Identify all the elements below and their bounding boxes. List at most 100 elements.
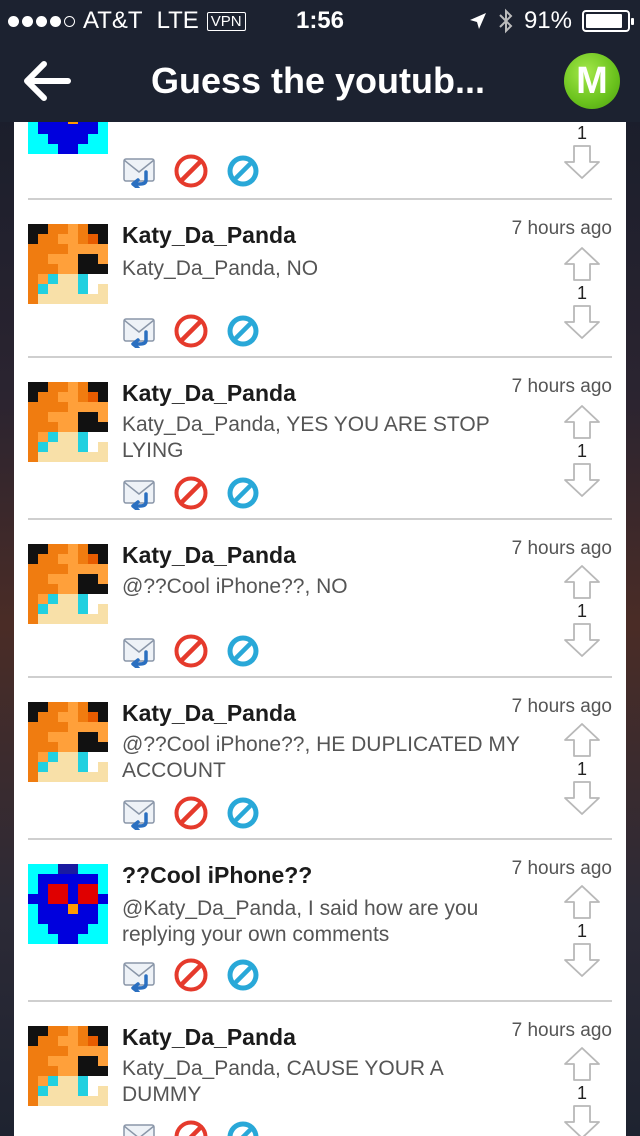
avatar <box>28 382 108 462</box>
reply-mail-icon[interactable] <box>122 314 156 348</box>
vote-count: 1 <box>576 123 587 143</box>
upvote-arrow-icon[interactable] <box>562 564 602 600</box>
nav-bar: Guess the youtub... M <box>0 40 640 122</box>
battery-icon <box>582 10 634 32</box>
reply-mail-icon[interactable] <box>122 958 156 992</box>
block-icon[interactable] <box>226 796 260 830</box>
comment-username[interactable]: Katy_Da_Panda <box>122 222 296 249</box>
avatar <box>28 544 108 624</box>
vote-control: 1 <box>562 1046 602 1136</box>
vote-count: 1 <box>576 283 587 303</box>
comment-time: 7 hours ago <box>511 696 612 717</box>
vote-count: 1 <box>576 921 587 941</box>
upvote-arrow-icon[interactable] <box>562 884 602 920</box>
report-icon[interactable] <box>174 796 208 830</box>
block-icon[interactable] <box>226 314 260 348</box>
carrier-label: AT&T <box>83 7 143 34</box>
vote-control: 1 <box>562 564 602 658</box>
comment-actions <box>122 154 260 188</box>
avatar <box>28 224 108 304</box>
battery-percent: 91% <box>523 7 572 34</box>
block-icon[interactable] <box>226 634 260 668</box>
reply-mail-icon[interactable] <box>122 476 156 510</box>
comment-partial: 1 <box>28 122 612 200</box>
report-icon[interactable] <box>174 1120 208 1136</box>
comment-username[interactable]: Katy_Da_Panda <box>122 542 296 569</box>
vote-count: 1 <box>576 601 587 621</box>
comment-username[interactable]: Katy_Da_Panda <box>122 700 296 727</box>
block-icon[interactable] <box>226 958 260 992</box>
report-icon[interactable] <box>174 154 208 188</box>
block-icon[interactable] <box>226 1120 260 1136</box>
network-label: LTE <box>156 7 199 34</box>
reply-mail-icon[interactable] <box>122 1120 156 1136</box>
comment-item: Katy_Da_Panda 7 hours ago @??Cool iPhone… <box>28 678 612 840</box>
upvote-arrow-icon[interactable] <box>562 404 602 440</box>
comment-message: @??Cool iPhone??, NO <box>122 575 348 598</box>
downvote-arrow-icon[interactable] <box>562 462 602 498</box>
vote-control: 1 <box>562 722 602 816</box>
avatar <box>28 122 108 154</box>
vote-control: 1 <box>562 122 602 180</box>
comment-username[interactable]: Katy_Da_Panda <box>122 1024 296 1051</box>
comment-message: @Katy_Da_Panda, I said how are you reply… <box>122 897 479 946</box>
block-icon[interactable] <box>226 154 260 188</box>
comment-item: Katy_Da_Panda 7 hours ago Katy_Da_Panda,… <box>28 358 612 520</box>
app-logo[interactable]: M <box>564 53 620 109</box>
location-arrow-icon <box>469 13 486 29</box>
reply-mail-icon[interactable] <box>122 634 156 668</box>
vote-control: 1 <box>562 404 602 498</box>
comments-list: 1 Katy_Da_Panda 7 hours ago Katy_Da_Pand… <box>14 122 626 1136</box>
downvote-arrow-icon[interactable] <box>562 304 602 340</box>
comment-time: 7 hours ago <box>511 376 612 397</box>
reply-mail-icon[interactable] <box>122 796 156 830</box>
signal-strength-icon <box>8 15 75 27</box>
report-icon[interactable] <box>174 634 208 668</box>
comment-actions <box>122 1120 260 1136</box>
downvote-arrow-icon[interactable] <box>562 622 602 658</box>
upvote-arrow-icon[interactable] <box>562 1046 602 1082</box>
comment-item: ??Cool iPhone?? 7 hours ago @Katy_Da_Pan… <box>28 840 612 1002</box>
report-icon[interactable] <box>174 958 208 992</box>
upvote-arrow-icon[interactable] <box>562 722 602 758</box>
report-icon[interactable] <box>174 476 208 510</box>
reply-mail-icon[interactable] <box>122 154 156 188</box>
status-bar: AT&T LTE VPN 1:56 91% <box>0 0 640 40</box>
comment-actions <box>122 314 260 348</box>
avatar <box>28 1026 108 1106</box>
comment-actions <box>122 476 260 510</box>
comment-username[interactable]: Katy_Da_Panda <box>122 380 296 407</box>
page-title: Guess the youtub... <box>150 60 486 101</box>
status-right: 91% <box>468 7 634 35</box>
comment-time: 7 hours ago <box>511 1020 612 1041</box>
avatar <box>28 702 108 782</box>
vote-count: 1 <box>576 441 587 461</box>
avatar <box>28 864 108 944</box>
bluetooth-icon <box>499 8 513 34</box>
downvote-arrow-icon[interactable] <box>562 144 602 180</box>
downvote-arrow-icon[interactable] <box>562 1104 602 1136</box>
downvote-arrow-icon[interactable] <box>562 780 602 816</box>
vpn-badge: VPN <box>206 11 246 31</box>
comment-actions <box>122 958 260 992</box>
report-icon[interactable] <box>174 314 208 348</box>
comment-username[interactable]: ??Cool iPhone?? <box>122 862 312 889</box>
comment-time: 7 hours ago <box>511 538 612 559</box>
arrow-left-icon <box>24 61 71 101</box>
vote-count: 1 <box>576 759 587 779</box>
back-button[interactable] <box>18 54 78 108</box>
downvote-arrow-icon[interactable] <box>562 942 602 978</box>
vote-control: 1 <box>562 246 602 340</box>
comment-message: Katy_Da_Panda, NO <box>122 257 319 280</box>
upvote-arrow-icon[interactable] <box>562 246 602 282</box>
block-icon[interactable] <box>226 476 260 510</box>
comment-item: Katy_Da_Panda 7 hours ago @??Cool iPhone… <box>28 520 612 678</box>
comment-actions <box>122 634 260 668</box>
comment-time: 7 hours ago <box>511 858 612 879</box>
status-left: AT&T LTE VPN <box>8 7 246 35</box>
comment-message: @??Cool iPhone??, HE DUPLICATED MY ACCOU… <box>122 733 520 782</box>
vote-count: 1 <box>576 1083 587 1103</box>
comment-item: Katy_Da_Panda 7 hours ago Katy_Da_Panda,… <box>28 200 612 358</box>
comment-message: Katy_Da_Panda, YES YOU ARE STOP LYING <box>122 413 490 462</box>
comment-item: Katy_Da_Panda 7 hours ago Katy_Da_Panda,… <box>28 1002 612 1136</box>
